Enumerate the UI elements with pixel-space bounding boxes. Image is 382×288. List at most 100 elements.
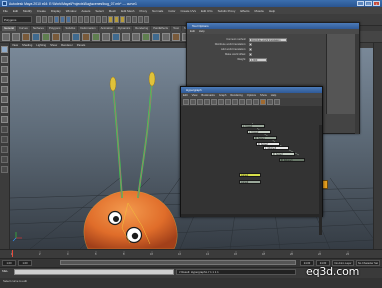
option-checkbox[interactable]	[249, 43, 252, 46]
hypergraph-node[interactable]: R_bone1	[253, 136, 277, 140]
scene-hierarchy-icon[interactable]	[232, 99, 238, 105]
shelf-tool-icon[interactable]	[2, 33, 10, 41]
graph-editor-layout-icon[interactable]	[1, 166, 8, 173]
add-selected-icon[interactable]	[260, 99, 266, 105]
menu-item[interactable]: Edit	[13, 9, 18, 13]
shelf-tool-icon[interactable]	[42, 33, 50, 41]
shelf-tool-icon[interactable]	[22, 33, 30, 41]
menu-item[interactable]: Muscle	[254, 9, 264, 13]
hypergraph-title-bar[interactable]: Hypergraph	[181, 87, 322, 93]
tool-options-menu-item[interactable]: Edit	[190, 29, 195, 34]
menu-item[interactable]: Color	[168, 9, 175, 13]
shelf-tool-icon[interactable]	[102, 33, 110, 41]
select-hierarchy-icon[interactable]	[54, 16, 59, 23]
four-pane-layout-icon[interactable]	[1, 136, 8, 143]
current-time-indicator[interactable]	[12, 250, 13, 257]
select-component-icon[interactable]	[66, 16, 71, 23]
scale-tool-icon[interactable]	[1, 96, 8, 103]
start-time-field[interactable]: 1.00	[2, 260, 16, 266]
graph-up-down-icon[interactable]	[218, 99, 224, 105]
shelf-tool-icon[interactable]	[172, 33, 180, 41]
shelf-tool-icon[interactable]	[112, 33, 120, 41]
shelf-tool-icon[interactable]	[52, 33, 60, 41]
mask-icon[interactable]	[90, 16, 95, 23]
hypergraph-canvas[interactable]: L_bone1 L_bone2 R_bone1 R_bone2 L_ikbone…	[181, 106, 322, 235]
hypergraph-node[interactable]: L_ikbone3	[263, 146, 289, 150]
mask-icon[interactable]	[102, 16, 107, 23]
render-icon[interactable]	[132, 16, 137, 23]
menu-item[interactable]: Display	[51, 9, 61, 13]
snap-point-icon[interactable]	[120, 16, 125, 23]
menu-item[interactable]: Assets	[81, 9, 90, 13]
graph-up-icon[interactable]	[204, 99, 210, 105]
outliner-layout-icon[interactable]	[1, 156, 8, 163]
tool-options-scrollbar[interactable]	[355, 34, 359, 134]
lasso-tool-icon[interactable]	[1, 56, 8, 63]
snap-grid-icon[interactable]	[108, 16, 113, 23]
menu-item[interactable]: Proxy	[139, 9, 147, 13]
menu-item[interactable]: Mesh	[109, 9, 116, 13]
single-pane-layout-icon[interactable]	[1, 126, 8, 133]
last-tool-icon[interactable]	[1, 116, 8, 123]
hypergraph-menu-item[interactable]: View	[192, 93, 198, 98]
shelf-tool-icon[interactable]	[122, 33, 130, 41]
frame-all-icon[interactable]	[183, 99, 189, 105]
remove-selected-icon[interactable]	[267, 99, 273, 105]
shelf-tool-icon[interactable]	[152, 33, 160, 41]
tool-options-title-bar[interactable]: Tool Options	[187, 23, 359, 29]
hypergraph-menu-item[interactable]: Rendering	[230, 93, 242, 98]
shelf-tool-icon[interactable]	[162, 33, 170, 41]
connect-method-dropdown[interactable]: Distribute world translation	[249, 37, 287, 42]
menu-item[interactable]: Normals	[152, 9, 163, 13]
range-slider[interactable]	[60, 260, 296, 265]
mask-icon[interactable]	[78, 16, 83, 23]
new-scene-icon[interactable]	[36, 16, 41, 23]
menu-set-dropdown[interactable]: Polygons	[2, 16, 32, 23]
hypergraph-horizontal-scrollbar[interactable]	[181, 214, 321, 217]
weight-field[interactable]: 1.000	[249, 57, 267, 62]
shelf-tool-icon[interactable]	[32, 33, 40, 41]
menu-item[interactable]: Effects	[240, 9, 249, 13]
menu-item[interactable]: Subdiv Proxy	[218, 9, 236, 13]
command-input[interactable]	[14, 269, 174, 275]
playback-start-field[interactable]: 1.00	[18, 260, 32, 266]
save-scene-icon[interactable]	[48, 16, 53, 23]
graph-down-icon[interactable]	[211, 99, 217, 105]
shelf-tool-icon[interactable]	[132, 33, 140, 41]
snap-curve-icon[interactable]	[114, 16, 119, 23]
shelf-tool-icon[interactable]	[142, 33, 150, 41]
menu-item[interactable]: File	[3, 9, 8, 13]
shelf-tool-icon[interactable]	[62, 33, 70, 41]
shelf-tool-icon[interactable]	[72, 33, 80, 41]
shelf-tool-icon[interactable]	[12, 33, 20, 41]
hypergraph-menu-item[interactable]: Help	[271, 93, 277, 98]
swatch-icon[interactable]	[274, 99, 280, 105]
two-pane-layout-icon[interactable]	[1, 146, 8, 153]
menu-item[interactable]: Edit UVs	[201, 9, 213, 13]
menu-item[interactable]: Create	[37, 9, 46, 13]
mask-icon[interactable]	[72, 16, 77, 23]
ipr-render-icon[interactable]	[138, 16, 143, 23]
hypergraph-node[interactable]: L_bone2	[247, 130, 271, 134]
menu-item[interactable]: Help	[269, 9, 275, 13]
menu-item[interactable]: Create UVs	[180, 9, 196, 13]
minimize-button[interactable]: _	[357, 1, 364, 6]
command-language-toggle[interactable]: MEL	[2, 269, 8, 273]
shelf-tool-icon[interactable]	[82, 33, 90, 41]
paint-select-tool-icon[interactable]	[1, 66, 8, 73]
menu-item[interactable]: Select	[95, 9, 103, 13]
hypergraph-node[interactable]: L_bone1	[241, 124, 265, 128]
move-tool-icon[interactable]	[1, 76, 8, 83]
mask-icon[interactable]	[96, 16, 101, 23]
toggle-freeform-icon[interactable]	[253, 99, 259, 105]
hypergraph-menu-item[interactable]: Options	[247, 93, 256, 98]
history-icon[interactable]	[126, 16, 131, 23]
hypergraph-menu-item[interactable]: Edit	[183, 93, 188, 98]
hypergraph-node[interactable]: R_ikbone3	[279, 158, 305, 162]
select-tool-icon[interactable]	[1, 46, 8, 53]
rotate-tool-icon[interactable]	[1, 86, 8, 93]
character-set-dropdown[interactable]: No Character Set	[356, 260, 380, 266]
shelf-tool-icon[interactable]	[92, 33, 100, 41]
maximize-button[interactable]: □	[365, 1, 372, 6]
input-output-connections-icon[interactable]	[239, 99, 245, 105]
